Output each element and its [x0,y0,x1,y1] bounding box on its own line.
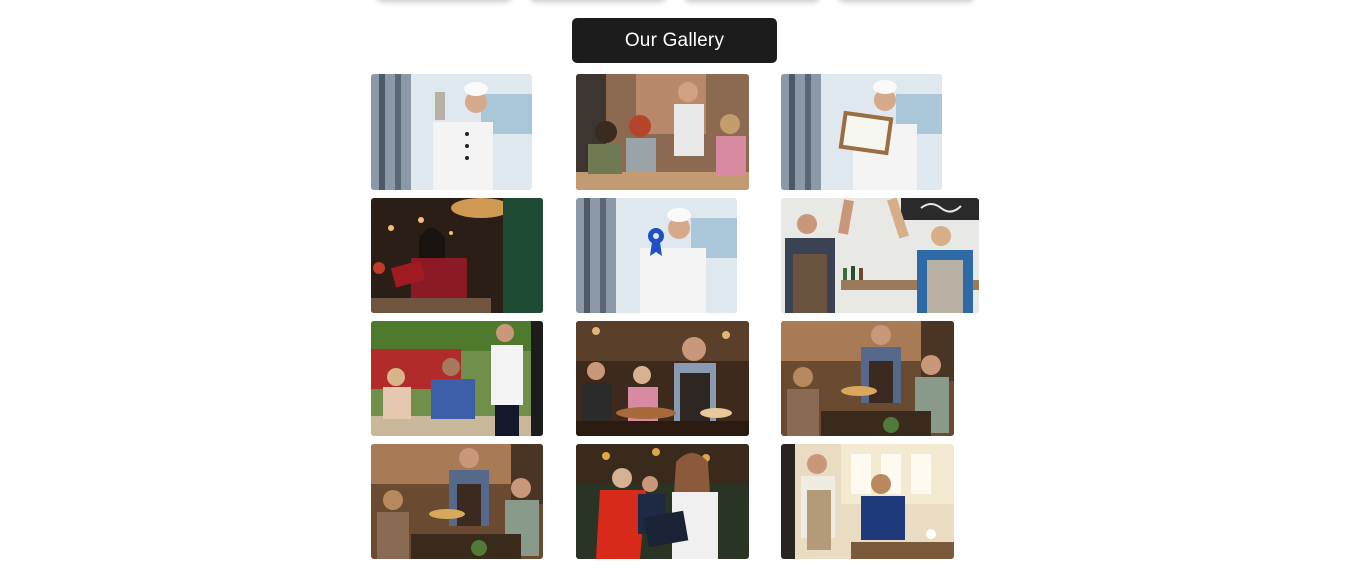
gallery-photo-chef-trophy[interactable] [371,74,532,190]
gallery-photo-waiter-serving-group-1[interactable] [781,321,954,436]
gallery-photo-chef-with-ribbon[interactable] [576,198,737,313]
gallery-photo-woman-reading-menu[interactable] [371,198,543,313]
gallery-title: Our Gallery [572,18,777,63]
gallery-photo-waiter-card-payment[interactable] [371,321,543,436]
gallery-photo-hostess-with-menus[interactable] [576,444,749,559]
gallery-photo-waiter-serving-food-1[interactable] [576,321,749,436]
gallery-photo-waiter-serving-friends[interactable] [576,74,749,190]
gallery-photo-chef-holding-board[interactable] [781,74,942,190]
gallery-photo-waitress-taking-order[interactable] [781,444,954,559]
gallery-photo-waiter-serving-group-2[interactable] [371,444,543,559]
gallery-photo-staff-high-five[interactable] [781,198,979,313]
